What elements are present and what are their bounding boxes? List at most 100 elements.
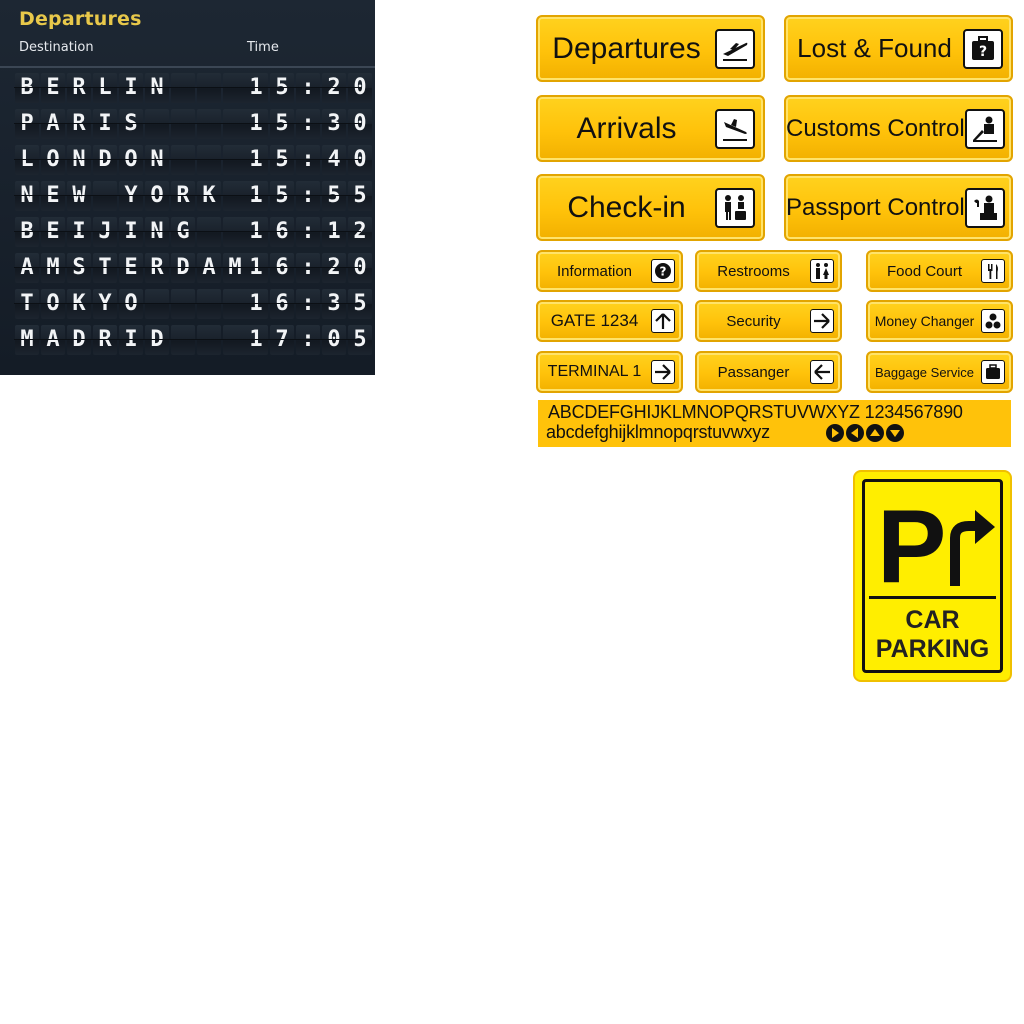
parking-divider [869, 596, 996, 599]
flight-time: 17:05 [244, 325, 372, 355]
flight-time: 16:12 [244, 217, 372, 247]
alphabet-strip: ABCDEFGHIJKLMNOPQRSTUVWXYZ 1234567890 ab… [538, 400, 1011, 447]
circle-arrow-down-icon [886, 424, 904, 442]
flap-cell [197, 289, 221, 319]
customs-control-sign-label: Customs Control [786, 114, 965, 142]
parking-line2: PARKING [875, 635, 990, 663]
flap-cell: W [67, 181, 91, 211]
fork-knife-icon [981, 259, 1005, 283]
flight-destination: BEIJING [15, 217, 247, 247]
flap-cell [93, 181, 117, 211]
time-header: Time [247, 40, 279, 55]
flap-cell: I [119, 73, 143, 103]
flap-cell: N [145, 145, 169, 175]
flap-cell [171, 289, 195, 319]
flap-cell: 6 [270, 253, 294, 283]
terminal-sign: TERMINAL 1 [536, 351, 683, 393]
svg-text:?: ? [660, 265, 667, 279]
airplane-landing-icon [715, 108, 755, 149]
flap-cell: E [119, 253, 143, 283]
circle-arrow-up-icon [866, 424, 884, 442]
flap-cell: A [41, 109, 65, 139]
flight-row: AMSTERDAM16:20 [0, 250, 375, 286]
information-sign-label: Information [556, 262, 633, 280]
flap-cell: 1 [244, 253, 268, 283]
restrooms-sign-label: Restrooms [717, 262, 790, 280]
flap-cell: S [119, 109, 143, 139]
flap-cell: O [41, 145, 65, 175]
flap-cell: 4 [322, 145, 346, 175]
flap-cell: O [145, 181, 169, 211]
uppercase-alphabet: ABCDEFGHIJKLMNOPQRSTUVWXYZ 1234567890 [548, 402, 963, 422]
flap-cell: T [15, 289, 39, 319]
flap-cell [197, 73, 221, 103]
flap-cell [171, 145, 195, 175]
flap-cell: : [296, 289, 320, 319]
flight-row: BERLIN15:20 [0, 70, 375, 106]
flap-cell: : [296, 325, 320, 355]
flap-cell: 1 [322, 217, 346, 247]
flap-cell: N [145, 217, 169, 247]
destination-header: Destination [19, 40, 94, 55]
flap-cell: 1 [244, 181, 268, 211]
flap-cell: N [15, 181, 39, 211]
luggage-question-icon: ? [963, 28, 1003, 69]
flap-cell: M [15, 325, 39, 355]
flap-cell: G [171, 217, 195, 247]
flap-cell [197, 325, 221, 355]
circle-arrow-left-icon [846, 424, 864, 442]
flap-cell: : [296, 181, 320, 211]
flight-destination: PARIS [15, 109, 247, 139]
flap-cell: 5 [270, 145, 294, 175]
flap-cell [197, 145, 221, 175]
flap-cell: 1 [244, 145, 268, 175]
flap-cell: 2 [322, 253, 346, 283]
flap-cell: 1 [244, 73, 268, 103]
flight-row: BEIJING16:12 [0, 214, 375, 250]
flap-cell: Y [119, 181, 143, 211]
flap-cell [171, 109, 195, 139]
flap-cell: N [67, 145, 91, 175]
money-changer-sign-label: Money Changer [874, 313, 975, 329]
flight-destination: LONDON [15, 145, 247, 175]
flight-time: 15:30 [244, 109, 372, 139]
flap-cell [145, 109, 169, 139]
flap-cell: L [15, 145, 39, 175]
flap-cell: 5 [348, 289, 372, 319]
flap-cell: D [171, 253, 195, 283]
flap-cell [171, 325, 195, 355]
flap-cell: 3 [322, 109, 346, 139]
flap-cell: A [41, 325, 65, 355]
flap-cell: R [145, 253, 169, 283]
flap-cell: 1 [244, 217, 268, 247]
passport-control-sign: Passport Control [784, 174, 1013, 241]
airplane-takeoff-icon [715, 28, 755, 69]
flight-destination: AMSTERDAM [15, 253, 247, 283]
passanger-sign-label: Passanger [717, 363, 790, 381]
flap-cell: 1 [244, 109, 268, 139]
flap-cell: 6 [270, 289, 294, 319]
flap-cell: D [93, 145, 117, 175]
security-sign: Security [695, 300, 842, 342]
lost-found-sign-label: Lost & Found [797, 33, 952, 63]
information-sign: Information ? [536, 250, 683, 292]
flap-cell [197, 109, 221, 139]
flap-cell: 1 [244, 325, 268, 355]
parking-p-arrow-icon: P [877, 498, 995, 588]
circle-arrow-right-icon [826, 424, 844, 442]
flap-cell: P [15, 109, 39, 139]
flap-cell: 0 [348, 145, 372, 175]
flap-cell: O [119, 289, 143, 319]
passport-control-sign-label: Passport Control [786, 193, 965, 221]
flap-cell: N [145, 73, 169, 103]
flap-cell: 7 [270, 325, 294, 355]
flap-cell: R [171, 181, 195, 211]
check-in-sign: Check-in [536, 174, 765, 241]
header-divider [0, 66, 375, 68]
flap-cell: M [41, 253, 65, 283]
flap-cell: : [296, 109, 320, 139]
parking-line1: CAR [905, 606, 960, 634]
flap-cell: K [67, 289, 91, 319]
flight-time: 15:55 [244, 181, 372, 211]
flight-row: LONDON15:40 [0, 142, 375, 178]
